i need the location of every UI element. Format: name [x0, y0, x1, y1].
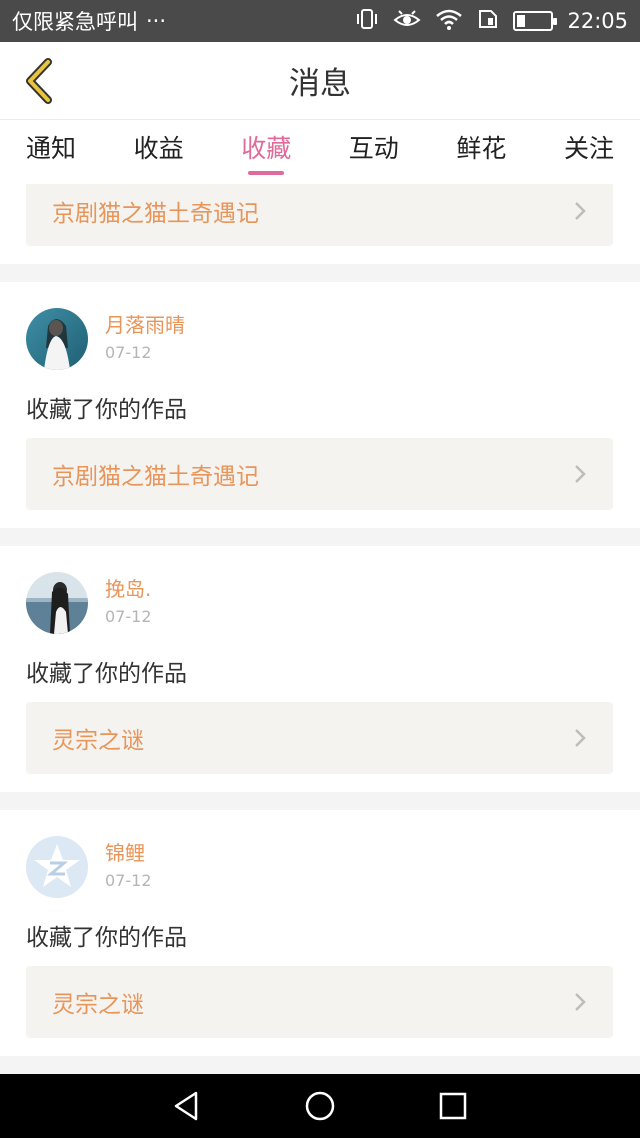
tab-label: 互动: [348, 134, 399, 163]
work-link[interactable]: 京剧猫之猫土奇遇记: [26, 184, 613, 246]
user-meta: 挽岛. 07-12: [105, 576, 152, 630]
user-row: 月落雨晴 07-12: [26, 308, 185, 370]
avatar[interactable]: [26, 836, 88, 898]
user-row: 锦鲤 07-12: [26, 836, 152, 898]
recents-square-icon: [440, 1092, 467, 1120]
more-indicator: ···: [146, 9, 167, 33]
qq-default-avatar-icon: [26, 836, 88, 898]
user-row: 挽岛. 07-12: [26, 572, 152, 634]
tab-interactions[interactable]: 互动: [349, 120, 399, 184]
username[interactable]: 锦鲤: [105, 840, 152, 866]
action-text: 收藏了你的作品: [26, 661, 187, 687]
home-circle-icon: [305, 1091, 335, 1121]
action-text: 收藏了你的作品: [26, 925, 187, 951]
vibrate-icon: [355, 8, 379, 35]
avatar[interactable]: [26, 308, 88, 370]
tab-label: 鲜花: [456, 134, 507, 163]
status-bar: 仅限紧急呼叫 ··· 22:05: [0, 0, 640, 42]
work-link[interactable]: 灵宗之谜: [26, 966, 613, 1038]
action-text: 收藏了你的作品: [26, 397, 187, 423]
tab-favorites[interactable]: 收藏: [241, 120, 291, 184]
tab-earnings[interactable]: 收益: [134, 120, 184, 184]
work-link[interactable]: 灵宗之谜: [26, 702, 613, 774]
nav-recents-button[interactable]: [423, 1076, 483, 1136]
work-title: 京剧猫之猫土奇遇记: [52, 464, 259, 490]
status-right: 22:05: [355, 8, 628, 35]
title-bar: 消息: [0, 42, 640, 120]
username[interactable]: 挽岛.: [105, 576, 152, 602]
list-item: 京剧猫之猫土奇遇记: [0, 184, 640, 264]
chevron-right-icon: [575, 729, 586, 747]
date: 07-12: [105, 607, 152, 626]
username[interactable]: 月落雨晴: [105, 312, 185, 338]
list-item: 挽岛. 07-12 收藏了你的作品 灵宗之谜: [0, 546, 640, 792]
list-item: 锦鲤 07-12 收藏了你的作品 灵宗之谜: [0, 810, 640, 1056]
user-meta: 锦鲤 07-12: [105, 840, 152, 894]
nav-back-button[interactable]: [157, 1076, 217, 1136]
work-title: 灵宗之谜: [52, 728, 144, 754]
date: 07-12: [105, 871, 152, 890]
avatar[interactable]: [26, 572, 88, 634]
back-triangle-icon: [174, 1091, 197, 1121]
back-button[interactable]: [14, 56, 64, 106]
nav-home-button[interactable]: [290, 1076, 350, 1136]
sim-icon: [477, 8, 499, 35]
battery-fill: [517, 15, 526, 27]
list-item: 月落雨晴 07-12 收藏了你的作品 京剧猫之猫土奇遇记: [0, 282, 640, 528]
work-title: 京剧猫之猫土奇遇记: [52, 201, 259, 227]
work-title: 灵宗之谜: [52, 992, 144, 1018]
active-tab-indicator: [248, 171, 285, 175]
message-list[interactable]: 京剧猫之猫土奇遇记 月落雨晴 07-12 收藏了你的作品 京剧猫之猫土奇遇记 挽…: [0, 184, 640, 1074]
tab-label: 收藏: [241, 134, 292, 163]
battery-icon: [513, 11, 558, 31]
tab-label: 通知: [26, 134, 77, 163]
chevron-right-icon: [575, 993, 586, 1011]
chevron-right-icon: [575, 465, 586, 483]
clock: 22:05: [567, 9, 628, 33]
tab-notifications[interactable]: 通知: [26, 120, 76, 184]
user-meta: 月落雨晴 07-12: [105, 312, 185, 366]
wifi-icon: [435, 8, 463, 35]
eye-icon: [393, 8, 422, 35]
tab-label: 关注: [563, 134, 614, 163]
chevron-left-icon: [26, 58, 52, 104]
tab-bar: 通知 收益 收藏 互动 鲜花 关注: [0, 120, 640, 184]
page-title: 消息: [289, 66, 351, 102]
date: 07-12: [105, 343, 152, 362]
system-nav-bar: [0, 1074, 640, 1138]
work-link[interactable]: 京剧猫之猫土奇遇记: [26, 438, 613, 510]
chevron-right-icon: [575, 202, 586, 220]
carrier-text: 仅限紧急呼叫: [12, 10, 138, 34]
tab-flowers[interactable]: 鲜花: [456, 120, 506, 184]
tab-label: 收益: [133, 134, 184, 163]
status-left: 仅限紧急呼叫 ···: [12, 6, 355, 36]
tab-follows[interactable]: 关注: [564, 120, 614, 184]
